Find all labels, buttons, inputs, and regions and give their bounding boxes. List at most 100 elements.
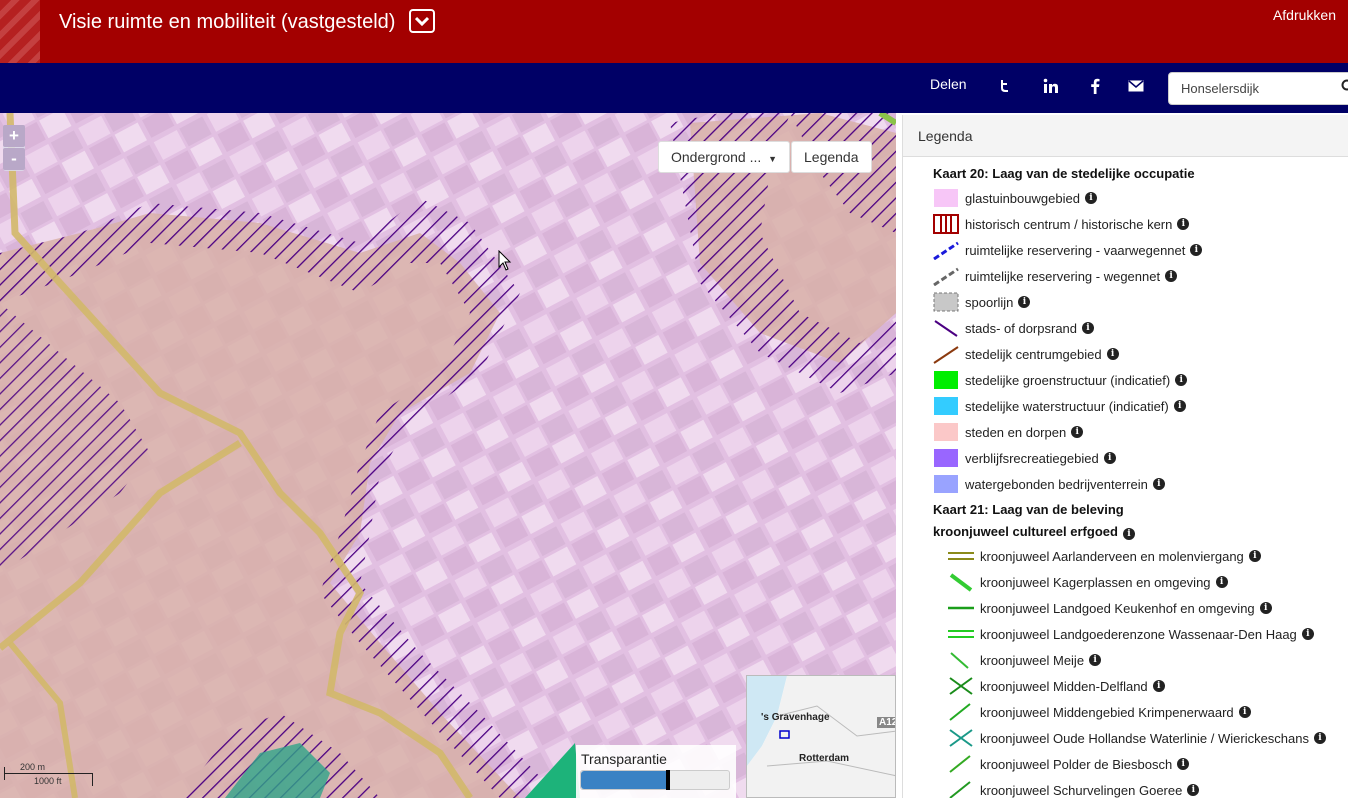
linkedin-icon[interactable] [1042, 77, 1060, 95]
legend-item-label: stads- of dorpsrand [965, 320, 1078, 336]
legend-list-kaart-21: kroonjuweel Aarlanderveen en molenvierga… [933, 543, 1348, 798]
legend-item-label: kroonjuweel Kagerplassen en omgeving [980, 574, 1211, 590]
legend-item: glastuinbouwgebied i [933, 185, 1348, 211]
legend-item: stedelijke groenstructuur (indicatief) i [933, 367, 1348, 393]
legend-item-label: kroonjuweel Oude Hollandse Waterlinie / … [980, 730, 1309, 746]
legend-swatch [948, 572, 974, 592]
info-icon[interactable]: i [1187, 784, 1200, 796]
info-icon[interactable]: i [1259, 602, 1272, 614]
slider-handle[interactable] [666, 770, 671, 790]
legend-item-label: ruimtelijke reservering - vaarwegennet [965, 242, 1186, 258]
legend-swatch [948, 546, 974, 566]
zoom-out-button[interactable]: - [3, 148, 25, 170]
info-icon[interactable]: i [1084, 192, 1097, 204]
legend-item: stads- of dorpsrand i [933, 315, 1348, 341]
legend-button[interactable]: Legenda [791, 141, 872, 173]
transparency-label: Transparantie [581, 751, 667, 767]
info-icon[interactable]: i [1314, 732, 1326, 744]
overview-city-den-haag: 's Gravenhage [761, 712, 830, 723]
legend-item: ruimtelijke reservering - vaarwegennet i [933, 237, 1348, 263]
legend-swatch [933, 188, 959, 208]
legend-swatch [933, 240, 959, 261]
legend-item-label: kroonjuweel Middengebied Krimpenerwaard [980, 704, 1234, 720]
info-icon[interactable]: i [1089, 654, 1102, 666]
legend-item: kroonjuweel Meije i [933, 647, 1348, 673]
search-input[interactable] [1169, 73, 1339, 104]
legend-swatch [948, 702, 974, 722]
chevron-down-icon[interactable] [409, 9, 435, 33]
map-view[interactable]: + - Ondergrond ... ▼ Legenda 200 m 1000 … [0, 113, 896, 798]
info-icon[interactable]: i [1238, 706, 1251, 718]
info-icon[interactable]: i [1071, 426, 1084, 438]
search-icon[interactable] [1341, 79, 1348, 100]
info-icon[interactable]: i [1301, 628, 1314, 640]
legend-item: kroonjuweel Landgoederenzone Wassenaar-D… [933, 621, 1348, 647]
legend-item: steden en dorpen i [933, 419, 1348, 445]
legend-swatch [948, 624, 974, 644]
overview-map[interactable]: 's Gravenhage Rotterdam A12 [746, 675, 896, 798]
info-icon[interactable]: i [1018, 296, 1031, 308]
info-icon[interactable]: i [1152, 478, 1165, 490]
legend-item-label: kroonjuweel Meije [980, 652, 1085, 668]
zoom-in-button[interactable]: + [3, 125, 25, 147]
legend-swatch [948, 728, 974, 748]
legend-swatch [933, 266, 959, 287]
legend-item-label: steden en dorpen [965, 424, 1067, 440]
legend-swatch [948, 650, 974, 670]
info-icon[interactable]: i [1248, 550, 1261, 562]
legend-item: spoorlijn i [933, 289, 1348, 315]
mouse-cursor-icon [498, 249, 512, 277]
print-link[interactable]: Afdrukken [1273, 7, 1336, 23]
legend-item: stedelijke waterstructuur (indicatief) i [933, 393, 1348, 419]
legend-swatch [948, 676, 974, 696]
legend-item: kroonjuweel Midden-Delfland i [933, 673, 1348, 699]
legend-item-label: watergebonden bedrijventerrein [965, 476, 1148, 492]
transparency-panel: Transparantie [576, 745, 736, 798]
legend-panel: Legenda Kaart 20: Laag van de stedelijke… [902, 115, 1348, 798]
nav-bar: Delen [0, 63, 1348, 113]
info-icon[interactable]: i [1175, 374, 1188, 386]
info-icon[interactable]: i [1165, 270, 1178, 282]
header-stripes [0, 0, 40, 63]
legend-item: kroonjuweel Aarlanderveen en molenvierga… [933, 543, 1348, 569]
info-icon[interactable]: i [1177, 218, 1190, 230]
share-label: Delen [930, 76, 967, 92]
legend-section-kaart-21: Kaart 21: Laag van de beleving [933, 502, 1124, 517]
legend-subsection: kroonjuweel cultureel erfgoed [933, 524, 1118, 539]
legend-item: watergebonden bedrijventerrein i [933, 471, 1348, 497]
legend-title: Legenda [903, 115, 1348, 157]
legend-swatch [933, 214, 959, 234]
info-icon[interactable]: i [1215, 576, 1228, 588]
mail-icon[interactable] [1127, 77, 1145, 95]
info-icon[interactable]: i [1082, 322, 1095, 334]
scale-imperial: 1000 ft [34, 776, 62, 786]
transparency-fill [581, 771, 669, 789]
legend-swatch [933, 292, 959, 312]
legend-item-label: stedelijke waterstructuur (indicatief) [965, 398, 1169, 414]
info-icon[interactable]: i [1190, 244, 1203, 256]
legend-item-label: kroonjuweel Midden-Delfland [980, 678, 1148, 694]
info-icon[interactable]: i [1106, 348, 1119, 360]
info-icon[interactable]: i [1122, 528, 1135, 540]
legend-item-label: kroonjuweel Landgoed Keukenhof en omgevi… [980, 600, 1255, 616]
twitter-icon[interactable] [997, 77, 1015, 95]
facebook-icon[interactable] [1086, 77, 1104, 95]
info-icon[interactable]: i [1177, 758, 1190, 770]
legend-item: kroonjuweel Oude Hollandse Waterlinie / … [933, 725, 1348, 751]
legend-item: kroonjuweel Kagerplassen en omgeving i [933, 569, 1348, 595]
legend-subsection-heading: kroonjuweel cultureel erfgoed i [933, 521, 1348, 543]
legend-item: kroonjuweel Middengebied Krimpenerwaard i [933, 699, 1348, 725]
info-icon[interactable]: i [1152, 680, 1165, 692]
basemap-button[interactable]: Ondergrond ... ▼ [658, 141, 791, 173]
transparency-slider[interactable] [580, 770, 730, 790]
info-icon[interactable]: i [1173, 400, 1186, 412]
basemap-label: Ondergrond ... [671, 149, 762, 165]
legend-item-label: verblijfsrecreatiegebied [965, 450, 1099, 466]
info-icon[interactable]: i [1103, 452, 1116, 464]
legend-swatch [933, 344, 959, 364]
legend-item-label: kroonjuweel Aarlanderveen en molenvierga… [980, 548, 1244, 564]
legend-swatch [933, 318, 959, 338]
legend-swatch [948, 754, 974, 774]
overview-city-rotterdam: Rotterdam [799, 753, 850, 764]
legend-item-label: kroonjuweel Landgoederenzone Wassenaar-D… [980, 626, 1297, 642]
